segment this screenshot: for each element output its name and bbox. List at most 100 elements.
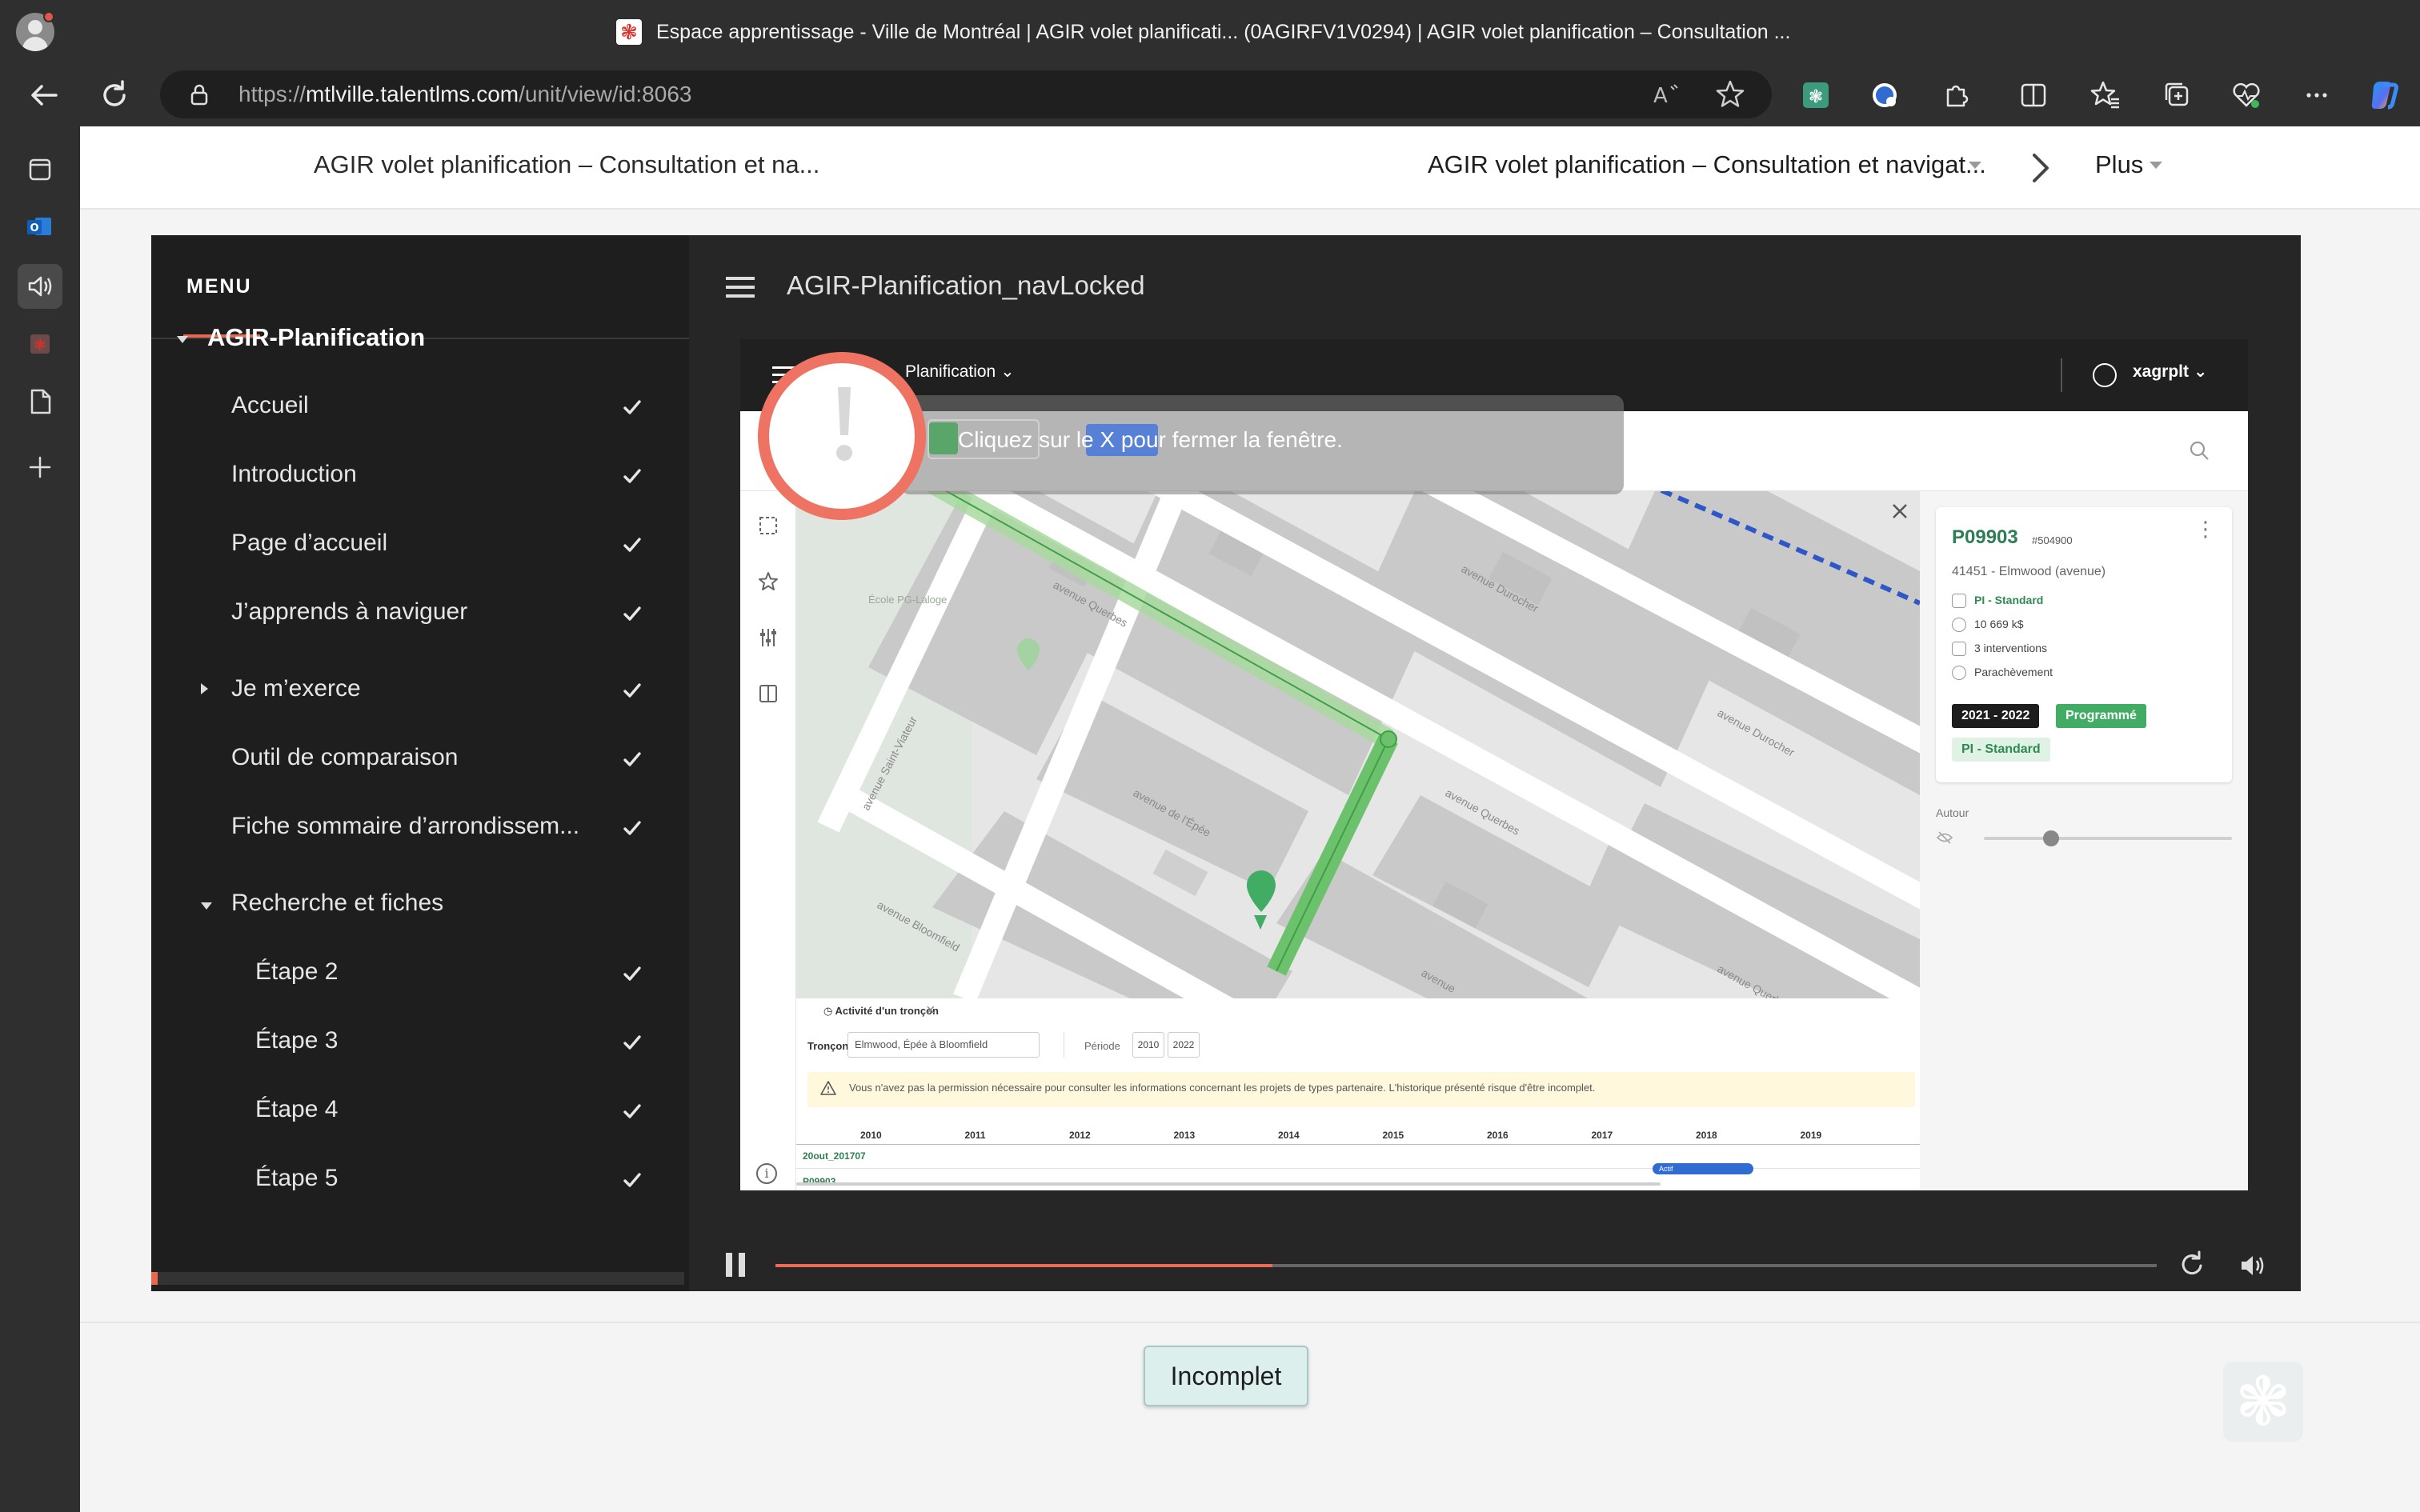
completion-status-button[interactable]: Incomplet: [1144, 1346, 1308, 1406]
vertical-tab-rail: O ❃: [0, 126, 80, 1512]
timeline-year: 2010: [860, 1130, 882, 1141]
talentlms-tab-icon[interactable]: ❃: [18, 322, 62, 366]
project-cost: 10 669 k$: [1974, 618, 2024, 630]
permission-warning-text: Vous n'avez pas la permission nécessaire…: [849, 1082, 1596, 1094]
url-path: /unit/view/id:8063: [519, 82, 692, 106]
menu-item[interactable]: Page d’accueil: [151, 514, 689, 578]
timeline-scrollbar: [796, 1182, 1661, 1186]
browser-health-icon[interactable]: [2226, 75, 2266, 115]
menu-item-label: Étape 4: [255, 1096, 339, 1122]
seek-bar[interactable]: [775, 1264, 2157, 1267]
tab-actions-icon[interactable]: [18, 147, 62, 192]
project-category-line: PI - Standard: [1952, 594, 2043, 609]
calendar-icon: [1952, 594, 1966, 609]
menu-item[interactable]: Étape 4: [151, 1080, 689, 1144]
player-menu-panel: MENU AGIR-Planification Accueil Introducti…: [151, 235, 689, 1291]
url-text[interactable]: https://mtlville.talentlms.com/unit/view…: [238, 78, 691, 110]
menu-item[interactable]: Introduction: [151, 445, 689, 509]
timeline-year: 2014: [1278, 1130, 1300, 1141]
svg-text:❃: ❃: [34, 337, 46, 354]
volume-icon[interactable]: [2237, 1250, 2269, 1282]
course-title[interactable]: AGIR volet planification – Consultation …: [314, 150, 819, 179]
period-end: 2022: [1168, 1032, 1200, 1058]
activity-close-icon: ×: [926, 1002, 936, 1019]
app-module-chevron-icon: ⌄: [1000, 362, 1015, 381]
copilot-icon[interactable]: [2364, 75, 2404, 115]
app-user-icon: [2093, 363, 2117, 387]
document-tab-icon[interactable]: [18, 379, 62, 424]
svg-text:A: A: [1653, 84, 1668, 108]
tag-years: 2021 - 2022: [1952, 704, 2040, 728]
footer-divider: [80, 1322, 2420, 1323]
checkmark-icon: [623, 606, 641, 621]
caret-down-icon[interactable]: [177, 336, 188, 343]
replay-icon[interactable]: [2176, 1248, 2208, 1280]
menu-item[interactable]: Étape 3: [151, 1011, 689, 1075]
checkmark-icon: [623, 469, 641, 483]
app-select-area-icon: [756, 514, 780, 538]
favorite-star-icon[interactable]: [1713, 77, 1748, 112]
menu-toggle-icon[interactable]: [726, 277, 755, 301]
troncon-label: Tronçon: [807, 1040, 849, 1052]
project-status-line: Parachèvement: [1952, 666, 2053, 681]
app-layers-icon: [756, 682, 780, 706]
audio-playing-tab-icon[interactable]: [18, 264, 62, 309]
extension-globe-icon[interactable]: [1865, 75, 1905, 115]
more-menu[interactable]: Plus: [2095, 150, 2143, 179]
map-close-icon: [1888, 499, 1912, 523]
menu-item[interactable]: Outil de comparaison: [151, 728, 689, 792]
menu-item[interactable]: Je m’exerce: [151, 659, 689, 723]
storyline-player: MENU AGIR-Planification Accueil Introducti…: [151, 235, 2301, 1291]
lock-icon[interactable]: [187, 82, 211, 106]
new-tab-plus-icon[interactable]: [18, 445, 62, 490]
checkmark-icon: [623, 400, 641, 414]
pause-icon[interactable]: [726, 1253, 747, 1277]
flag-icon: [1952, 642, 1966, 657]
timeline-year: 2011: [964, 1130, 986, 1141]
refresh-icon[interactable]: [94, 75, 134, 115]
autour-slider-knob: [2042, 830, 2059, 846]
menu-item-label: Recherche et fiches: [231, 890, 444, 916]
troncon-select: Elmwood, Épée à Bloomfield: [847, 1032, 1040, 1058]
menu-item[interactable]: J’apprends à naviguer: [151, 582, 689, 646]
menu-item[interactable]: Étape 2: [151, 942, 689, 1006]
timeline-year: 2017: [1591, 1130, 1613, 1141]
unit-select[interactable]: AGIR volet planification – Consultation …: [1428, 150, 1986, 179]
menu-item[interactable]: Accueil: [151, 376, 689, 440]
caret-right-icon[interactable]: [201, 683, 208, 694]
course-header: AGIR volet planification – Consultation …: [80, 126, 2420, 210]
menu-item[interactable]: Fiche sommaire d’arrondissem...: [151, 797, 689, 861]
caret-down-icon[interactable]: [201, 902, 212, 910]
app-search-icon: [2187, 438, 2211, 462]
split-screen-icon[interactable]: [2013, 75, 2053, 115]
outlook-tab-icon[interactable]: O: [18, 205, 62, 250]
menu-item[interactable]: Étape 5: [151, 1149, 689, 1213]
menu-item[interactable]: AGIR-Planification: [151, 307, 689, 371]
collections-icon[interactable]: [2158, 75, 2198, 115]
menu-item-label: Étape 5: [255, 1165, 339, 1191]
project-subid: #504900: [2032, 534, 2073, 546]
menu-item-label: Introduction: [231, 461, 357, 487]
project-interventions: 3 interventions: [1974, 642, 2048, 654]
favorites-icon[interactable]: [2085, 75, 2126, 115]
page: AGIR volet planification – Consultation …: [80, 126, 2420, 1512]
next-unit-chevron-icon[interactable]: [2015, 144, 2063, 192]
more-icon[interactable]: [2297, 75, 2337, 115]
extension-talentlms-icon[interactable]: ❃: [1796, 75, 1836, 115]
tag-program: Programmé: [2056, 704, 2146, 728]
url-host: mtlville.talentlms.com: [306, 82, 519, 106]
extensions-puzzle-icon[interactable]: [1937, 75, 1977, 115]
app-module-text: Planification: [905, 362, 996, 381]
map: avenue Querbes avenue Durocher avenue Du…: [796, 491, 1920, 998]
back-icon[interactable]: [24, 75, 64, 115]
slide-screenshot[interactable]: Planification ⌄ xagrplt ⌄ i avenue Querb…: [740, 339, 2248, 1190]
menu-progress-fill: [151, 1272, 158, 1285]
read-aloud-icon[interactable]: A: [1649, 77, 1684, 112]
more-menu-caret-icon[interactable]: [2150, 162, 2162, 169]
unit-select-caret-icon[interactable]: [1969, 162, 1981, 169]
app-user-text: xagrplt: [2133, 362, 2190, 381]
timeline-year: 2012: [1069, 1130, 1091, 1141]
menu-item[interactable]: Recherche et fiches: [151, 874, 689, 938]
warning-triangle-icon: [820, 1080, 836, 1096]
app-topbar-separator: [2061, 358, 2062, 392]
